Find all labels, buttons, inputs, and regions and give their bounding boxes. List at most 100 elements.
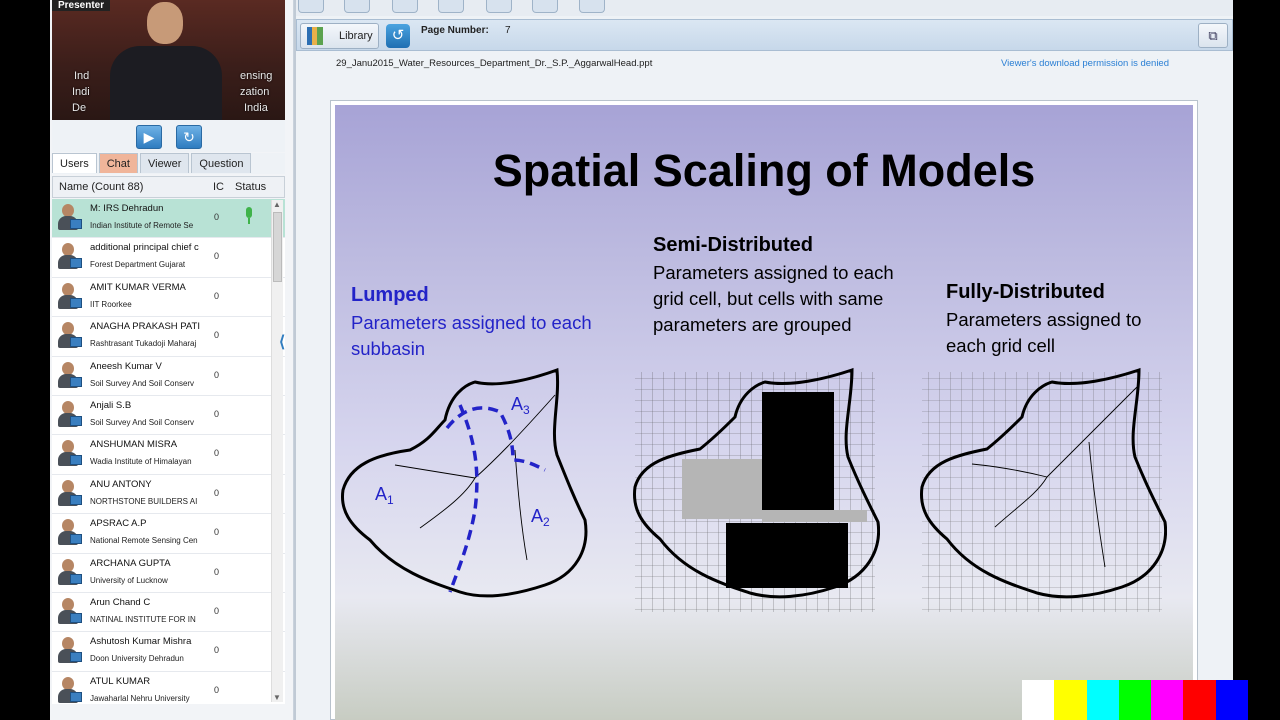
color-bar <box>1054 680 1087 720</box>
video-overlay-text: Ind <box>74 70 90 82</box>
user-avatar-icon <box>55 479 82 508</box>
library-button[interactable]: Library <box>300 23 379 49</box>
video-overlay-text: Indi <box>72 86 90 98</box>
refresh-icon[interactable]: ↻ <box>176 125 202 149</box>
tab-question[interactable]: Question <box>191 153 252 173</box>
fully-distributed-body: Parameters assigned to each grid cell <box>946 309 1142 356</box>
semi-distributed-body: Parameters assigned to each grid cell, b… <box>653 262 894 335</box>
user-ic-count: 0 <box>214 684 220 695</box>
lumped-body: Parameters assigned to each subbasin <box>351 312 592 359</box>
video-controls: ▶ ↻ <box>52 120 285 152</box>
user-organization: NORTHSTONE BUILDERS AI <box>90 496 198 506</box>
column-ic[interactable]: IC <box>213 181 224 193</box>
user-list-scrollbar[interactable]: ▲ ▼ <box>271 200 283 702</box>
color-bar <box>1247 680 1280 720</box>
reload-icon[interactable]: ↺ <box>386 24 410 48</box>
user-row[interactable]: ARCHANA GUPTA University of Lucknow 0 <box>52 553 285 593</box>
color-bar <box>1086 680 1119 720</box>
media-icon[interactable] <box>486 0 512 13</box>
user-row[interactable]: APSRAC A.P National Remote Sensing Cen 0 <box>52 514 285 554</box>
print-icon[interactable] <box>344 0 370 13</box>
user-row[interactable]: AMIT KUMAR VERMA IIT Roorkee 0 <box>52 277 285 318</box>
scroll-up-icon[interactable]: ▲ <box>273 200 281 209</box>
tab-users[interactable]: Users <box>52 153 97 173</box>
user-row[interactable]: Arun Chand C NATINAL INSTITUTE FOR IN 0 <box>52 592 285 633</box>
subbasin-label-a3: A3 <box>511 394 530 417</box>
column-status[interactable]: Status <box>235 181 266 193</box>
tab-chat[interactable]: Chat <box>98 153 138 173</box>
user-name: ANU ANTONY <box>90 478 152 490</box>
user-ic-count: 0 <box>214 251 220 262</box>
top-icon-bar <box>296 0 1233 16</box>
user-ic-count: 0 <box>214 448 220 459</box>
user-name: Ashutosh Kumar Mishra <box>90 636 192 648</box>
user-ic-count: 0 <box>214 645 220 656</box>
page-number-label: Page Number: <box>421 25 489 36</box>
user-row[interactable]: Ashutosh Kumar Mishra Doon University Deh… <box>52 632 285 672</box>
user-avatar-icon <box>55 637 82 665</box>
panel-tabs: Users Chat Viewer Question <box>52 153 285 174</box>
user-row[interactable]: additional principal chief c Forest Depar… <box>52 238 285 278</box>
user-row[interactable]: ANSHUMAN MISRA Wadia Institute of Himalay… <box>52 435 285 475</box>
user-row[interactable]: ANAGHA PRAKASH PATI Rashtrasant Tukadoji … <box>52 317 285 357</box>
color-bar <box>1151 680 1184 720</box>
user-row[interactable]: ATUL KUMAR Jawaharlal Nehru University 0 <box>52 671 285 704</box>
video-overlay-text: De <box>72 102 87 114</box>
user-avatar-icon <box>55 243 82 271</box>
user-organization: Wadia Institute of Himalayan <box>90 457 192 467</box>
subbasin-label-a1: A1 <box>375 484 394 507</box>
screen-share-icon[interactable] <box>532 0 558 13</box>
user-name: ARCHANA GUPTA <box>90 557 171 569</box>
left-panel: Presenter Ind Indi De ensing zation Indi… <box>50 0 294 720</box>
video-frame: Presenter Ind Indi De ensing zation Indi… <box>0 0 1280 720</box>
microphone-icon[interactable] <box>244 207 254 227</box>
user-ic-count: 0 <box>214 290 220 301</box>
user-organization: IIT Roorkee <box>90 299 132 309</box>
lumped-heading: Lumped <box>351 284 429 306</box>
scroll-down-icon[interactable]: ▼ <box>273 693 281 702</box>
library-icon <box>307 27 323 45</box>
user-name: ANSHUMAN MISRA <box>90 439 178 451</box>
scroll-thumb[interactable] <box>273 212 282 282</box>
video-overlay-text: zation <box>240 86 270 98</box>
column-name[interactable]: Name (Count 88) <box>59 181 143 193</box>
user-organization: Indian Institute of Remote Se <box>90 221 194 230</box>
user-row[interactable]: M: IRS Dehradun Indian Institute of Remot… <box>52 199 285 239</box>
user-name: ANAGHA PRAKASH PATI <box>90 321 200 333</box>
subbasin-label-a2: A2 <box>531 506 550 529</box>
collapse-panel-icon[interactable]: ⟨ <box>279 332 293 356</box>
user-ic-count: 0 <box>214 369 220 380</box>
user-organization: Soil Survey And Soil Conserv <box>90 378 195 388</box>
user-avatar-icon <box>55 440 82 468</box>
user-row[interactable]: Aneesh Kumar V Soil Survey And Soil Conse… <box>52 356 285 396</box>
user-row[interactable]: ANU ANTONY NORTHSTONE BUILDERS AI 0 <box>52 474 285 515</box>
presenter-body <box>110 46 222 120</box>
menu-icon[interactable] <box>298 0 324 13</box>
user-name: Aneesh Kumar V <box>90 360 162 372</box>
color-bar <box>1022 680 1055 720</box>
user-avatar-icon <box>55 597 82 626</box>
user-ic-count: 0 <box>214 566 220 577</box>
user-name: ATUL KUMAR <box>90 675 151 687</box>
book-icon[interactable] <box>579 0 605 13</box>
color-bar <box>1183 680 1216 720</box>
user-organization: Doon University Dehradun <box>90 654 184 664</box>
user-avatar-icon <box>55 519 82 547</box>
whiteboard-icon[interactable] <box>438 0 464 13</box>
user-avatar-icon <box>55 322 82 350</box>
user-list: M: IRS Dehradun Indian Institute of Remot… <box>52 199 285 704</box>
user-name: Arun Chand C <box>90 596 151 608</box>
play-icon[interactable]: ▶ <box>136 125 162 149</box>
user-name: additional principal chief c <box>90 242 199 254</box>
tab-viewer[interactable]: Viewer <box>139 153 190 173</box>
user-ic-count: 0 <box>214 212 220 222</box>
user-name: APSRAC A.P <box>90 518 147 530</box>
user-ic-count: 0 <box>214 487 220 498</box>
user-ic-count: 0 <box>214 527 220 538</box>
presenter-tag: Presenter <box>52 0 111 11</box>
presenter-head <box>147 2 183 44</box>
library-label: Library <box>339 30 373 42</box>
document-icon[interactable] <box>392 0 418 13</box>
popout-icon[interactable]: ⧉ <box>1198 23 1228 48</box>
user-row[interactable]: Anjali S.B Soil Survey And Soil Conserv 0 <box>52 395 285 436</box>
